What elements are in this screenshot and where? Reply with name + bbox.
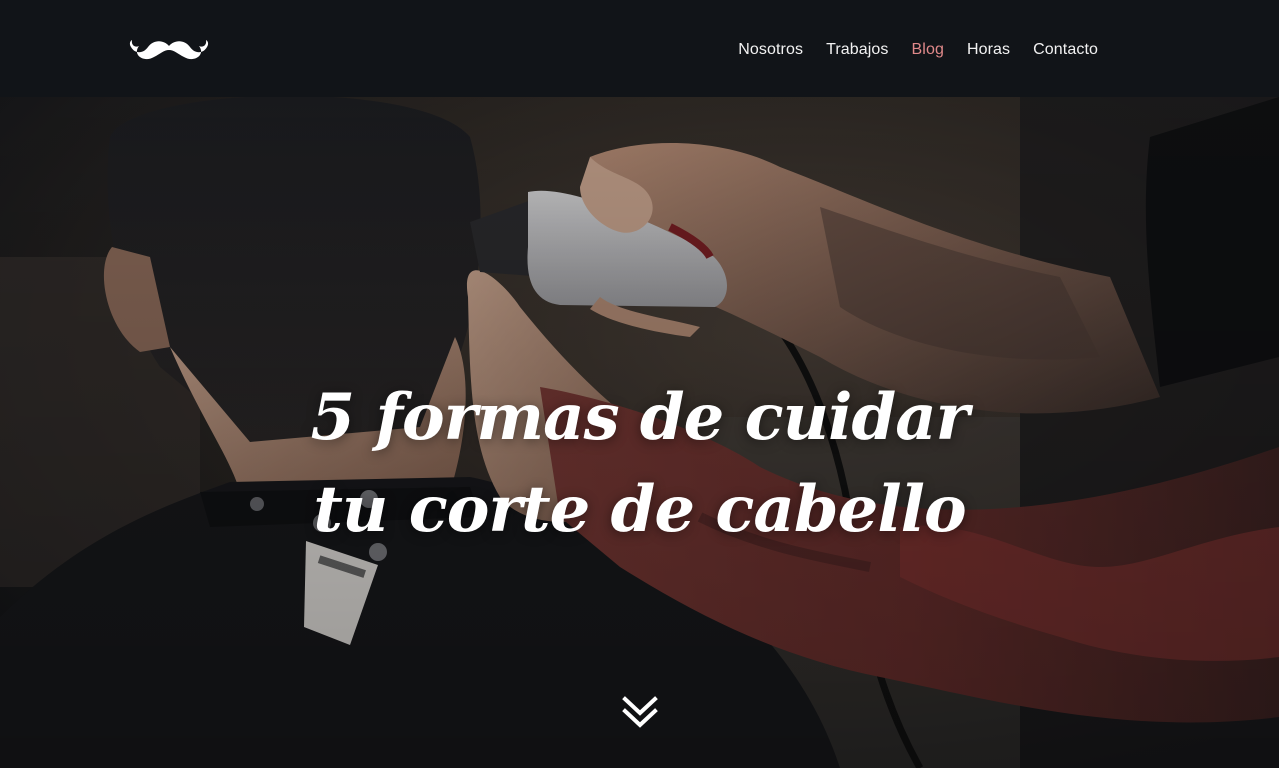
mustache-icon[interactable] [128, 37, 210, 63]
nav-item-nosotros[interactable]: Nosotros [738, 39, 803, 61]
main-nav: Nosotros Trabajos Blog Horas Contacto [738, 39, 1098, 61]
nav-item-blog[interactable]: Blog [912, 39, 944, 61]
nav-item-horas[interactable]: Horas [967, 39, 1010, 61]
hero-title-line-1: 5 formas de cuidar [310, 379, 970, 455]
hero-title-line-2: tu corte de cabello [313, 471, 966, 547]
site-header: Nosotros Trabajos Blog Horas Contacto [0, 0, 1279, 97]
page: Nosotros Trabajos Blog Horas Contacto 5 … [0, 0, 1279, 768]
nav-item-trabajos[interactable]: Trabajos [826, 39, 888, 61]
hero-section: 5 formas de cuidar tu corte de cabello [0, 97, 1279, 768]
hero-title: 5 formas de cuidar tu corte de cabello [0, 372, 1279, 556]
double-chevron-down-icon[interactable] [622, 695, 658, 731]
nav-item-contacto[interactable]: Contacto [1033, 39, 1098, 61]
